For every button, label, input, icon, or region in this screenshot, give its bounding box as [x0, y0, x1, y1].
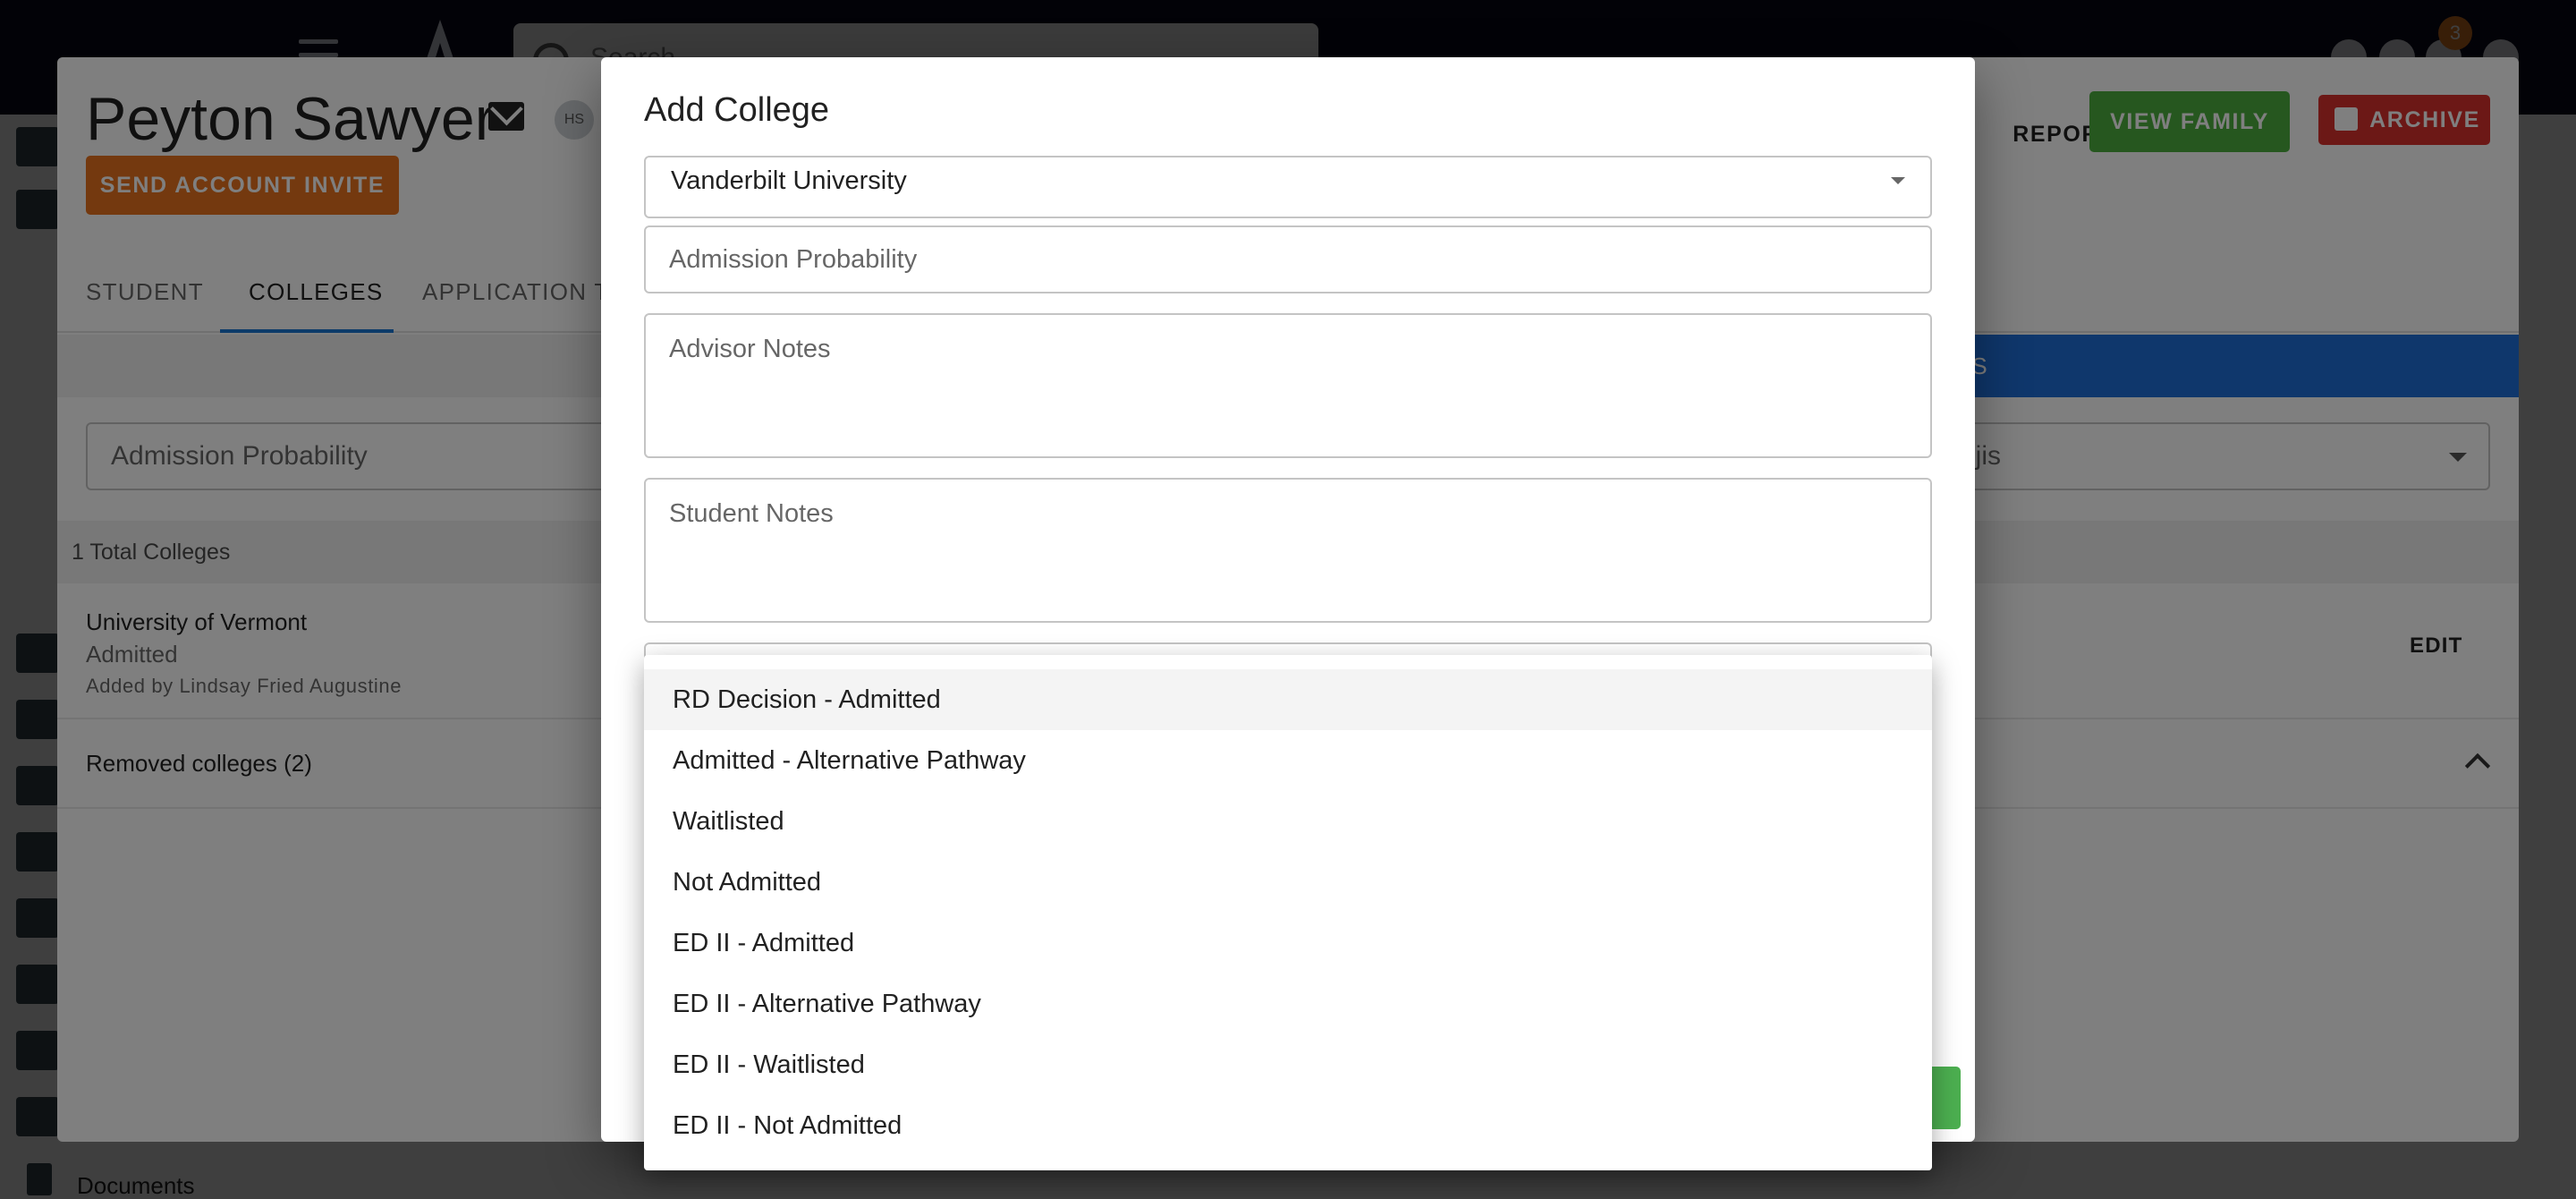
menu-item[interactable]: RD Decision - Admitted [644, 669, 1932, 730]
caret-down-icon [1891, 177, 1905, 184]
advisor-notes-field[interactable]: Advisor Notes [644, 313, 1932, 458]
menu-item[interactable]: ED II - Admitted [644, 913, 1932, 974]
menu-item[interactable]: Admitted - Alternative Pathway [644, 730, 1932, 791]
menu-item[interactable]: Not Admitted [644, 852, 1932, 913]
menu-item[interactable]: ED II - Not Admitted [644, 1095, 1932, 1156]
college-select-value: Vanderbilt University [671, 166, 907, 195]
admission-probability-field[interactable]: Admission Probability [644, 225, 1932, 293]
status-dropdown-menu: RD Decision - Admitted Admitted - Altern… [644, 655, 1932, 1170]
dialog-title: Add College [644, 91, 830, 129]
student-notes-field[interactable]: Student Notes [644, 478, 1932, 623]
college-select[interactable]: Vanderbilt University [644, 156, 1932, 218]
menu-item[interactable]: Waitlisted [644, 791, 1932, 852]
menu-item[interactable]: ED II - Alternative Pathway [644, 974, 1932, 1034]
menu-item[interactable]: ED II - Waitlisted [644, 1034, 1932, 1095]
